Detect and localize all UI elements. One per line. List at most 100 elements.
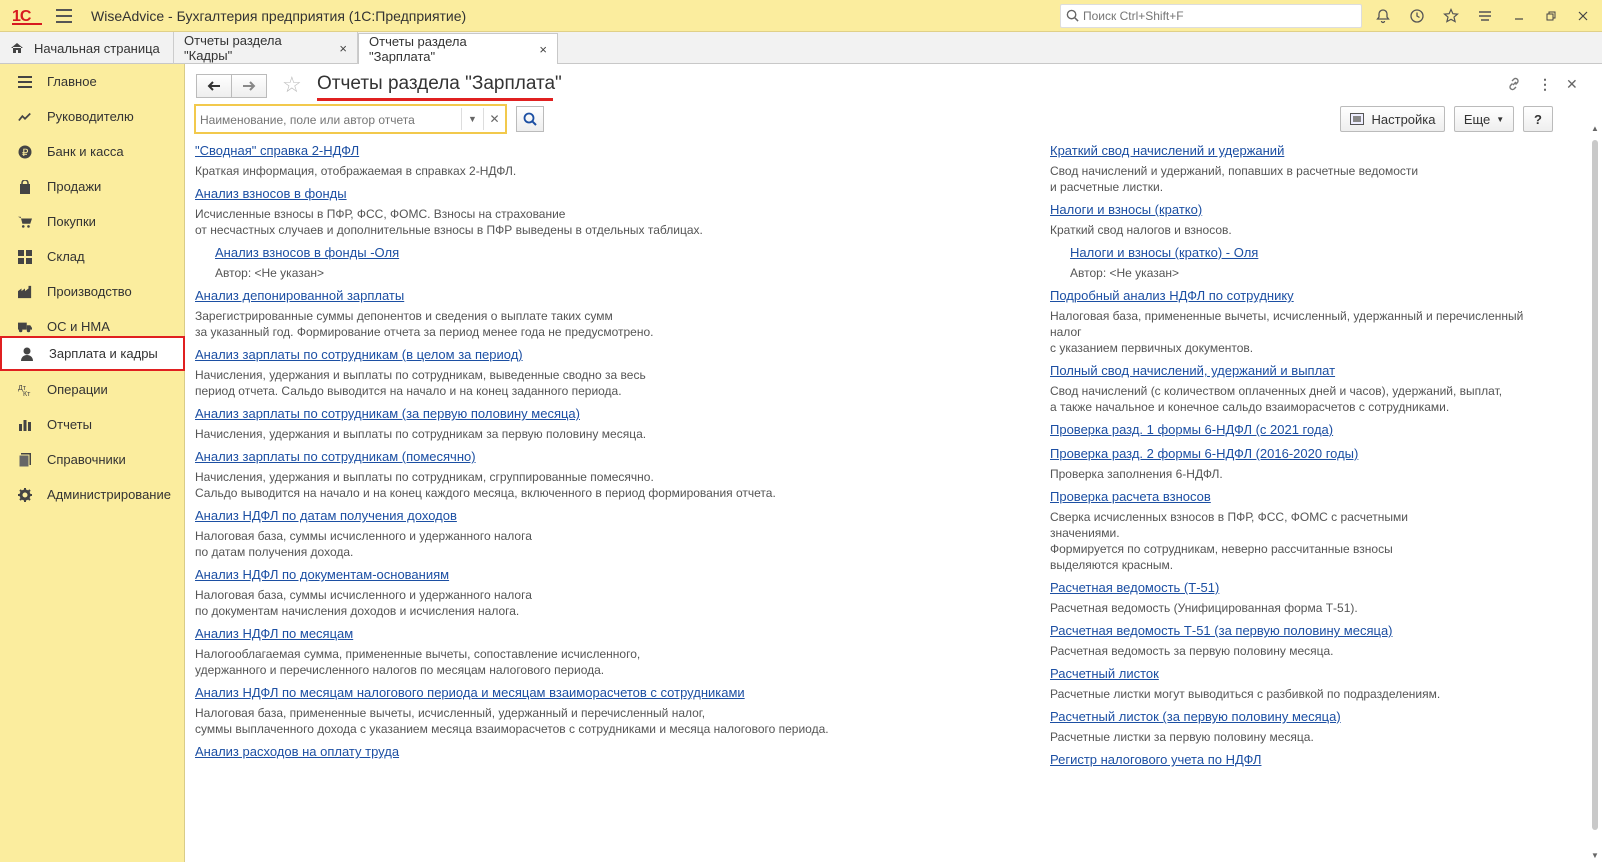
report-link[interactable]: Расчетная ведомость Т-51 (за первую поло… bbox=[1050, 622, 1570, 640]
report-link[interactable]: Проверка разд. 1 формы 6-НДФЛ (с 2021 го… bbox=[1050, 421, 1570, 439]
report-item: Подробный анализ НДФЛ по сотруднику Налог… bbox=[1050, 287, 1570, 356]
sidebar-item-sales[interactable]: Продажи bbox=[0, 169, 185, 204]
sidebar-item-warehouse[interactable]: Склад bbox=[0, 239, 185, 274]
more-label: Еще bbox=[1463, 111, 1491, 127]
scroll-down-icon[interactable]: ▼ bbox=[1590, 851, 1600, 860]
favorites-star-icon[interactable] bbox=[1440, 6, 1462, 26]
tab-close-icon[interactable]: × bbox=[339, 41, 347, 56]
dropdown-icon[interactable]: ▼ bbox=[461, 108, 483, 130]
close-form-icon[interactable]: ✕ bbox=[1566, 76, 1578, 93]
report-link[interactable]: Анализ НДФЛ по месяцам bbox=[195, 625, 1015, 643]
favorite-star-icon[interactable]: ☆ bbox=[282, 72, 302, 98]
report-link[interactable]: Расчетный листок (за первую половину мес… bbox=[1050, 708, 1570, 726]
report-item: Анализ депонированной зарплаты Зарегистри… bbox=[195, 287, 1015, 340]
sidebar-item-label: Продажи bbox=[47, 179, 102, 194]
close-window-icon[interactable] bbox=[1572, 6, 1594, 26]
report-description: Расчетные листки за первую половину меся… bbox=[1050, 730, 1314, 744]
report-description: Налоговая база, примененные вычеты, исчи… bbox=[1050, 309, 1524, 355]
history-icon[interactable] bbox=[1406, 6, 1428, 26]
settings-button[interactable]: Настройка bbox=[1340, 106, 1445, 132]
report-link[interactable]: Налоги и взносы (кратко) - Оля bbox=[1070, 244, 1570, 262]
trend-icon bbox=[18, 110, 32, 124]
search-icon bbox=[523, 112, 537, 126]
scroll-up-icon[interactable]: ▲ bbox=[1590, 124, 1600, 133]
book-icon bbox=[18, 452, 32, 467]
report-link[interactable]: Анализ расходов на оплату труда bbox=[195, 743, 1015, 761]
ruble-icon: ₽ bbox=[18, 145, 32, 159]
report-description: Свод начислений и удержаний, попавших в … bbox=[1050, 164, 1419, 194]
back-button[interactable] bbox=[196, 74, 232, 98]
report-link[interactable]: Расчетная ведомость (Т-51) bbox=[1050, 579, 1570, 597]
sidebar-item-salary-hr[interactable]: Зарплата и кадры bbox=[0, 336, 185, 371]
report-link[interactable]: Анализ НДФЛ по документам-основаниям bbox=[195, 566, 1015, 584]
restore-icon[interactable] bbox=[1540, 6, 1562, 26]
report-item: Расчетная ведомость Т-51 (за первую поло… bbox=[1050, 622, 1570, 659]
help-button[interactable]: ? bbox=[1523, 106, 1553, 132]
report-link[interactable]: Полный свод начислений, удержаний и выпл… bbox=[1050, 362, 1570, 380]
report-link[interactable]: Проверка расчета взносов bbox=[1050, 488, 1570, 506]
report-link[interactable]: Краткий свод начислений и удержаний bbox=[1050, 142, 1570, 160]
sidebar-item-main[interactable]: Главное bbox=[0, 64, 185, 99]
report-link[interactable]: Анализ депонированной зарплаты bbox=[195, 287, 1015, 305]
report-link[interactable]: Анализ зарплаты по сотрудникам (за перву… bbox=[195, 405, 1015, 423]
tab-label: Отчеты раздела "Зарплата" bbox=[369, 34, 467, 64]
tab-label: Начальная страница bbox=[34, 40, 160, 56]
report-item: Анализ НДФЛ по месяцам налогового период… bbox=[195, 684, 1015, 737]
global-search[interactable] bbox=[1060, 4, 1362, 28]
tab-salary-reports[interactable]: Отчеты раздела "Зарплата" × bbox=[358, 33, 558, 65]
report-item: Расчетная ведомость (Т-51) Расчетная ведо… bbox=[1050, 579, 1570, 616]
sidebar-item-production[interactable]: Производство bbox=[0, 274, 185, 309]
report-link[interactable]: Анализ зарплаты по сотрудникам (помесячн… bbox=[195, 448, 1015, 466]
report-item: Проверка разд. 1 формы 6-НДФЛ (с 2021 го… bbox=[1050, 421, 1570, 439]
sidebar-item-bank[interactable]: ₽ Банк и касса bbox=[0, 134, 185, 169]
sidebar-item-label: Банк и касса bbox=[47, 144, 124, 159]
report-item: Налоги и взносы (кратко) Краткий свод нал… bbox=[1050, 201, 1570, 238]
sidebar-item-catalogs[interactable]: Справочники bbox=[0, 442, 185, 477]
bell-icon[interactable] bbox=[1372, 6, 1394, 26]
sidebar-item-reports[interactable]: Отчеты bbox=[0, 407, 185, 442]
sidebar-item-operations[interactable]: Дт Кт Операции bbox=[0, 372, 185, 407]
report-link[interactable]: Анализ взносов в фонды bbox=[195, 185, 1015, 203]
title-bar: 1С WiseAdvice - Бухгалтерия предприятия … bbox=[0, 0, 1602, 32]
minimize-icon[interactable] bbox=[1508, 6, 1530, 26]
report-item: Анализ взносов в фонды Исчисленные взносы… bbox=[195, 185, 1015, 238]
reports-left-column: "Сводная" справка 2-НДФЛ Краткая информац… bbox=[195, 142, 1015, 767]
forward-button[interactable] bbox=[231, 74, 267, 98]
report-link[interactable]: Расчетный листок bbox=[1050, 665, 1570, 683]
scroll-thumb[interactable] bbox=[1592, 140, 1598, 830]
report-item: Анализ зарплаты по сотрудникам (в целом … bbox=[195, 346, 1015, 399]
more-button[interactable]: Еще ▼ bbox=[1454, 106, 1514, 132]
report-link[interactable]: Проверка разд. 2 формы 6-НДФЛ (2016-2020… bbox=[1050, 445, 1570, 463]
page-title: Отчеты раздела "Зарплата" bbox=[317, 73, 562, 94]
report-description: Начисления, удержания и выплаты по сотру… bbox=[195, 368, 646, 398]
window-title: WiseAdvice - Бухгалтерия предприятия (1С… bbox=[91, 8, 467, 24]
search-input[interactable] bbox=[1083, 7, 1353, 25]
clear-icon[interactable]: ✕ bbox=[483, 108, 505, 130]
report-link[interactable]: Налоги и взносы (кратко) bbox=[1050, 201, 1570, 219]
report-link[interactable]: Анализ НДФЛ по датам получения доходов bbox=[195, 507, 1015, 525]
report-link[interactable]: Подробный анализ НДФЛ по сотруднику bbox=[1050, 287, 1570, 305]
report-filter-field[interactable]: ▼ ✕ bbox=[194, 104, 507, 134]
sidebar: Главное Руководителю ₽ Банк и касса Прод… bbox=[0, 64, 185, 862]
sidebar-item-administration[interactable]: Администрирование bbox=[0, 477, 185, 512]
main-menu-icon[interactable] bbox=[1474, 6, 1496, 26]
vertical-scrollbar[interactable]: ▲ ▼ bbox=[1590, 124, 1600, 860]
hamburger-menu-icon[interactable] bbox=[56, 9, 72, 23]
report-item: Проверка расчета взносов Сверка исчисленн… bbox=[1050, 488, 1570, 573]
link-icon[interactable] bbox=[1506, 76, 1522, 95]
report-link[interactable]: Анализ взносов в фонды -Оля bbox=[215, 244, 1015, 262]
sidebar-item-management[interactable]: Руководителю bbox=[0, 99, 185, 134]
sidebar-item-purchases[interactable]: Покупки bbox=[0, 204, 185, 239]
sidebar-item-label: Операции bbox=[47, 382, 108, 397]
search-button[interactable] bbox=[516, 106, 544, 132]
tab-hr-reports[interactable]: Отчеты раздела "Кадры" × bbox=[174, 32, 358, 64]
report-link[interactable]: Анализ НДФЛ по месяцам налогового период… bbox=[195, 684, 1015, 702]
more-vertical-icon[interactable]: ⋮ bbox=[1538, 76, 1552, 93]
report-search-input[interactable] bbox=[200, 111, 460, 129]
report-link[interactable]: Регистр налогового учета по НДФЛ bbox=[1050, 751, 1570, 769]
report-link[interactable]: "Сводная" справка 2-НДФЛ bbox=[195, 142, 1015, 160]
report-link[interactable]: Анализ зарплаты по сотрудникам (в целом … bbox=[195, 346, 1015, 364]
settings-label: Настройка bbox=[1371, 111, 1436, 127]
tab-close-icon[interactable]: × bbox=[539, 42, 547, 57]
tab-home[interactable]: Начальная страница bbox=[0, 32, 174, 64]
